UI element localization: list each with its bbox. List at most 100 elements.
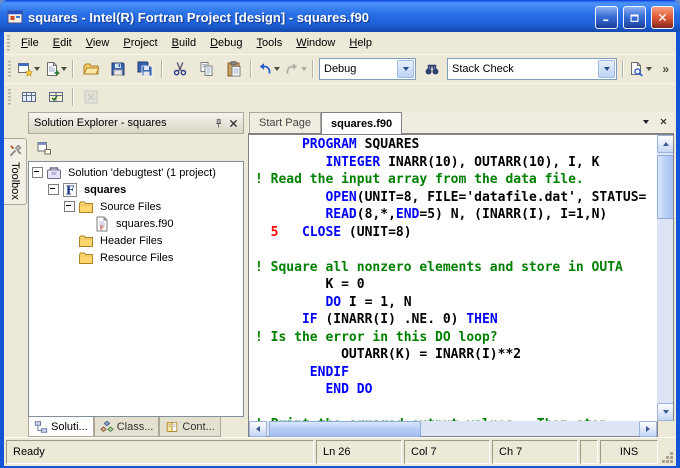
tab-solution-explorer[interactable]: Soluti...	[28, 417, 94, 437]
paste-button[interactable]	[220, 58, 247, 80]
open-folder-button[interactable]	[77, 58, 104, 80]
properties-icon	[36, 140, 52, 156]
build-button[interactable]	[42, 86, 69, 108]
find-in-files-button[interactable]	[627, 58, 654, 80]
toolbar-options-button[interactable]: »	[658, 62, 673, 76]
cut-button[interactable]	[166, 58, 193, 80]
code-line[interactable]: ! Square all nonzero elements and store …	[255, 259, 657, 277]
menu-window[interactable]: Window	[289, 33, 342, 53]
find-button[interactable]	[418, 58, 445, 80]
solution-explorer-titlebar[interactable]: Solution Explorer - squares	[28, 112, 244, 134]
redo-button[interactable]	[282, 58, 309, 80]
menu-tools[interactable]: Tools	[250, 33, 290, 53]
menu-edit[interactable]: Edit	[46, 33, 79, 53]
copy-button[interactable]	[193, 58, 220, 80]
solution-explorer-close-button[interactable]	[226, 116, 241, 130]
vertical-scrollbar-track[interactable]	[657, 153, 673, 403]
toolbar-separator	[72, 88, 74, 106]
vertical-scrollbar[interactable]	[657, 135, 673, 421]
close-document-button[interactable]	[656, 114, 671, 129]
tree-expander[interactable]	[64, 201, 75, 212]
menu-file[interactable]: File	[14, 33, 46, 53]
scroll-left-button[interactable]	[249, 421, 267, 437]
code-line[interactable]: IF (INARR(I) .NE. 0) THEN	[255, 311, 657, 329]
code-line[interactable]: READ(8,*,END=5) N, (INARR(I), I=1,N)	[255, 206, 657, 224]
horizontal-scrollbar[interactable]	[248, 421, 658, 437]
auto-hide-pin-button[interactable]	[211, 116, 226, 130]
code-segment: ! Square all nonzero elements and store …	[255, 260, 623, 275]
tree-item-source-files[interactable]: Source Files	[29, 198, 243, 215]
menu-help[interactable]: Help	[342, 33, 379, 53]
maximize-button[interactable]	[623, 6, 646, 29]
toolbar-grip[interactable]	[8, 89, 11, 105]
solution-tab-icon	[34, 420, 48, 434]
tree-item-squares-f90[interactable]: Fsquares.f90	[29, 215, 243, 232]
toolbar-grip[interactable]	[8, 61, 11, 77]
code-line[interactable]	[255, 399, 657, 417]
status-line-indicator: Ln 26	[316, 440, 402, 464]
editor-bottom	[248, 421, 674, 437]
menu-view[interactable]: View	[79, 33, 117, 53]
toolbox-tab[interactable]: Toolbox	[4, 138, 27, 205]
code-line[interactable]: 5 CLOSE (UNIT=8)	[255, 224, 657, 242]
code-line[interactable]: K = 0	[255, 276, 657, 294]
scroll-down-button[interactable]	[657, 403, 674, 421]
find-combo[interactable]: Stack Check	[447, 58, 617, 80]
code-line[interactable]: END DO	[255, 381, 657, 399]
title-bar[interactable]: squares - Intel(R) Fortran Project [desi…	[0, 0, 680, 32]
maximize-icon	[629, 12, 640, 23]
code-segment: OPEN	[325, 190, 356, 205]
tab-contents[interactable]: Cont...	[159, 417, 220, 437]
menubar-grip[interactable]	[7, 35, 10, 51]
build-icon	[48, 89, 64, 105]
menu-project[interactable]: Project	[116, 33, 164, 53]
code-line[interactable]: ! Is the error in this DO loop?	[255, 329, 657, 347]
horizontal-scrollbar-track[interactable]	[267, 421, 639, 436]
tree-expander[interactable]	[32, 167, 43, 178]
code-line[interactable]: DO I = 1, N	[255, 294, 657, 312]
code-line[interactable]: ! Read the input array from the data fil…	[255, 171, 657, 189]
toolbox-label: Toolbox	[9, 162, 21, 200]
menu-build[interactable]: Build	[165, 33, 203, 53]
compile-button[interactable]	[15, 86, 42, 108]
tree-expander[interactable]	[48, 184, 59, 195]
minimize-button[interactable]	[595, 6, 618, 29]
dropdown-arrow-icon	[403, 67, 409, 71]
tree-item-solution[interactable]: Solution 'debugtest' (1 project)	[29, 164, 243, 181]
add-item-button[interactable]	[42, 58, 69, 80]
combo-dropdown-button[interactable]	[397, 60, 414, 78]
close-button[interactable]	[651, 6, 674, 29]
code-editor[interactable]: PROGRAM SQUARES INTEGER INARR(10), OUTAR…	[249, 135, 657, 421]
code-line[interactable]: ENDIF	[255, 364, 657, 382]
tree-item-resource-files[interactable]: Resource Files	[29, 249, 243, 266]
combo-dropdown-button[interactable]	[598, 60, 615, 78]
tree-item-project-squ[interactable]: Fsquares	[29, 181, 243, 198]
scroll-right-button[interactable]	[639, 421, 657, 437]
properties-button[interactable]	[30, 138, 57, 158]
copy-icon	[199, 61, 215, 77]
solution-configurations-combo[interactable]: Debug	[319, 58, 416, 80]
code-segment	[255, 295, 325, 310]
menu-debug[interactable]: Debug	[203, 33, 249, 53]
tree-item-header-files[interactable]: Header Files	[29, 232, 243, 249]
save-all-button[interactable]	[131, 58, 158, 80]
code-line[interactable]: OPEN(UNIT=8, FILE='datafile.dat', STATUS…	[255, 189, 657, 207]
save-button[interactable]	[104, 58, 131, 80]
undo-button[interactable]	[255, 58, 282, 80]
window-resize-grip[interactable]	[660, 440, 674, 464]
code-line[interactable]: PROGRAM SQUARES	[255, 136, 657, 154]
tab-start-page[interactable]: Start Page	[249, 112, 321, 133]
code-line[interactable]: INTEGER INARR(10), OUTARR(10), I, K	[255, 154, 657, 172]
redo-icon	[284, 61, 300, 77]
new-project-button[interactable]	[15, 58, 42, 80]
stop-build-button[interactable]	[77, 86, 104, 108]
code-line[interactable]: OUTARR(K) = INARR(I)**2	[255, 346, 657, 364]
status-insert-mode: INS	[600, 440, 658, 464]
document-list-button[interactable]	[638, 114, 653, 129]
scroll-up-button[interactable]	[657, 135, 674, 153]
vertical-scrollbar-thumb[interactable]	[657, 155, 674, 219]
code-line[interactable]	[255, 241, 657, 259]
tab-class-view[interactable]: Class...	[94, 417, 160, 437]
horizontal-scrollbar-thumb[interactable]	[269, 421, 421, 437]
tab-squares-f90[interactable]: squares.f90	[321, 112, 402, 134]
